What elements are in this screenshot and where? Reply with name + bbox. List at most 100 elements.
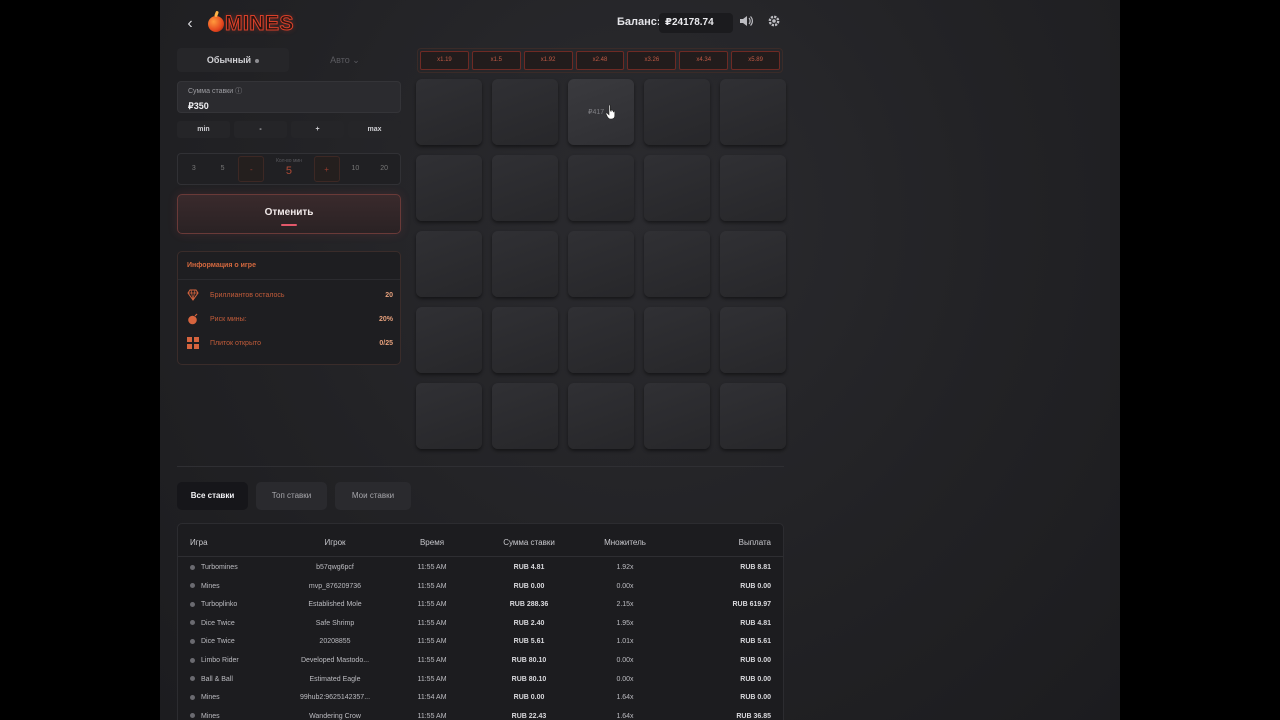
min-button[interactable]: min bbox=[177, 121, 230, 138]
table-row[interactable]: Mines 99hub2:9625142357... 11:54 AM RUB 0.0… bbox=[178, 690, 783, 708]
mine-tile[interactable] bbox=[644, 79, 710, 145]
info-label: Риск мины: bbox=[210, 316, 247, 323]
mine-tile[interactable] bbox=[568, 231, 634, 297]
game-icon bbox=[190, 564, 195, 570]
table-row[interactable]: Ball & Ball Estimated Eagle 11:55 AM RUB 80… bbox=[178, 672, 783, 690]
mines-minus-button[interactable]: - bbox=[238, 156, 265, 182]
mines-logo: MINES bbox=[208, 11, 294, 37]
cell-game: Limbo Rider bbox=[190, 657, 239, 664]
mine-tile[interactable] bbox=[492, 231, 558, 297]
table-row[interactable]: Mines mvp_876209736 11:55 AM RUB 0.00 0.00x R… bbox=[178, 579, 783, 597]
info-label: Плиток открыто bbox=[210, 340, 262, 347]
mine-tile[interactable] bbox=[720, 383, 786, 449]
bet-amount-input[interactable] bbox=[188, 101, 368, 112]
mines-plus-button[interactable]: + bbox=[313, 156, 340, 182]
cancel-underline bbox=[281, 224, 297, 226]
mine-tile[interactable] bbox=[720, 155, 786, 221]
cell-multiplier: 0.00x bbox=[616, 582, 634, 590]
mine-tile[interactable] bbox=[416, 155, 482, 221]
section-divider bbox=[177, 466, 784, 467]
cell-payout: RUB 36.85 bbox=[736, 712, 771, 720]
mine-tile[interactable] bbox=[568, 155, 634, 221]
mine-tile[interactable] bbox=[644, 383, 710, 449]
mine-tile[interactable] bbox=[644, 231, 710, 297]
tab-manual[interactable]: Обычный bbox=[177, 48, 289, 72]
active-dot-icon bbox=[255, 58, 260, 63]
mine-tile[interactable] bbox=[720, 231, 786, 297]
mine-tile[interactable] bbox=[720, 79, 786, 145]
diamond-icon bbox=[187, 289, 199, 301]
tab-all-bets[interactable]: Все ставки bbox=[177, 482, 248, 510]
game-name: Mines bbox=[201, 694, 220, 702]
mine-tile[interactable] bbox=[644, 307, 710, 373]
cell-time: 11:55 AM bbox=[417, 675, 447, 683]
mine-tile[interactable]: ₽417 bbox=[568, 79, 634, 145]
mine-tile[interactable] bbox=[644, 155, 710, 221]
cell-payout: RUB 8.81 bbox=[740, 564, 771, 571]
mine-tile[interactable] bbox=[568, 307, 634, 373]
game-name: Mines bbox=[201, 712, 220, 720]
table-row[interactable]: Dice Twice Safe Shrimp 11:55 AM RUB 2.40 1.9… bbox=[178, 616, 783, 634]
tab-auto[interactable]: Авто ⌄ bbox=[289, 48, 401, 72]
mode-tabs: Обычный Авто ⌄ bbox=[177, 48, 401, 72]
mines-count-selector: 3 5 - Кол-во мин 5 + 10 20 bbox=[177, 153, 401, 185]
table-row[interactable]: Limbo Rider Developed Mastodo... 11:55 AM R… bbox=[178, 653, 783, 671]
game-icon bbox=[190, 620, 195, 626]
mines-option-3[interactable]: 3 bbox=[181, 156, 207, 182]
mine-tile[interactable] bbox=[492, 155, 558, 221]
col-multiplier: Множитель bbox=[604, 538, 646, 547]
game-icon bbox=[190, 601, 195, 607]
cell-time: 11:55 AM bbox=[417, 564, 447, 571]
mine-tile[interactable] bbox=[492, 383, 558, 449]
cell-bet-amount: RUB 22.43 bbox=[511, 712, 547, 720]
mines-option-20[interactable]: 20 bbox=[371, 156, 397, 182]
table-row[interactable]: Turboplinko Established Mole 11:55 AM RUB 2… bbox=[178, 597, 783, 615]
game-name: Turbomines bbox=[201, 564, 238, 571]
max-button[interactable]: max bbox=[348, 121, 401, 138]
cell-player: 20208855 bbox=[319, 638, 351, 646]
cell-payout: RUB 0.00 bbox=[740, 582, 771, 590]
game-icon bbox=[190, 639, 195, 645]
mine-tile[interactable] bbox=[416, 79, 482, 145]
increase-button[interactable]: + bbox=[291, 121, 344, 138]
mine-tile[interactable] bbox=[416, 383, 482, 449]
cell-multiplier: 1.64x bbox=[616, 712, 634, 720]
mine-tile[interactable] bbox=[720, 307, 786, 373]
cell-player: b57qwg6pcf bbox=[316, 564, 354, 571]
col-player: Игрок bbox=[324, 538, 346, 547]
cell-payout: RUB 5.61 bbox=[740, 638, 771, 646]
cell-time: 11:54 AM bbox=[417, 694, 447, 702]
back-arrow-icon[interactable]: ‹ bbox=[180, 14, 200, 34]
cell-game: Ball & Ball bbox=[190, 676, 233, 683]
cell-bet-amount: RUB 2.40 bbox=[513, 619, 545, 627]
sound-icon[interactable] bbox=[737, 14, 755, 32]
info-row-diamonds: Бриллиантов осталось 20 bbox=[187, 289, 393, 303]
mine-tile[interactable] bbox=[416, 307, 482, 373]
tab-top-bets[interactable]: Топ ставки bbox=[256, 482, 327, 510]
gear-icon[interactable] bbox=[765, 14, 783, 32]
balance-value: ₽24178.74 bbox=[659, 13, 733, 33]
cell-game: Dice Twice bbox=[190, 620, 235, 627]
mine-tile[interactable] bbox=[492, 307, 558, 373]
cell-time: 11:55 AM bbox=[417, 638, 447, 646]
table-row[interactable]: Dice Twice 20208855 11:55 AM RUB 5.61 1.01x R… bbox=[178, 634, 783, 652]
cell-multiplier: 2.15x bbox=[616, 601, 634, 609]
mines-option-10[interactable]: 10 bbox=[343, 156, 369, 182]
cell-multiplier: 1.01x bbox=[616, 638, 634, 646]
cell-time: 11:55 AM bbox=[417, 619, 447, 627]
cancel-button[interactable]: Отменить bbox=[177, 194, 401, 234]
mine-tile[interactable] bbox=[568, 383, 634, 449]
mine-tile[interactable] bbox=[416, 231, 482, 297]
table-row[interactable]: Turbomines b57qwg6pcf 11:55 AM RUB 4.81 1.92… bbox=[178, 560, 783, 578]
table-header: Игра Игрок Время Сумма ставки Множитель … bbox=[178, 524, 783, 557]
col-time: Время bbox=[419, 538, 445, 547]
mine-tile[interactable] bbox=[492, 79, 558, 145]
mines-option-5[interactable]: 5 bbox=[210, 156, 236, 182]
cell-bet-amount: RUB 0.00 bbox=[513, 582, 545, 590]
bet-amount-field[interactable]: Сумма ставки ⓘ bbox=[177, 81, 401, 113]
tab-my-bets[interactable]: Мои ставки bbox=[335, 482, 411, 510]
cell-game: Turbomines bbox=[190, 564, 238, 571]
balance-label: Баланс: bbox=[617, 16, 661, 28]
decrease-button[interactable]: - bbox=[234, 121, 287, 138]
table-row[interactable]: Mines Wandering Crow 11:55 AM RUB 22.43 1.64… bbox=[178, 709, 783, 720]
